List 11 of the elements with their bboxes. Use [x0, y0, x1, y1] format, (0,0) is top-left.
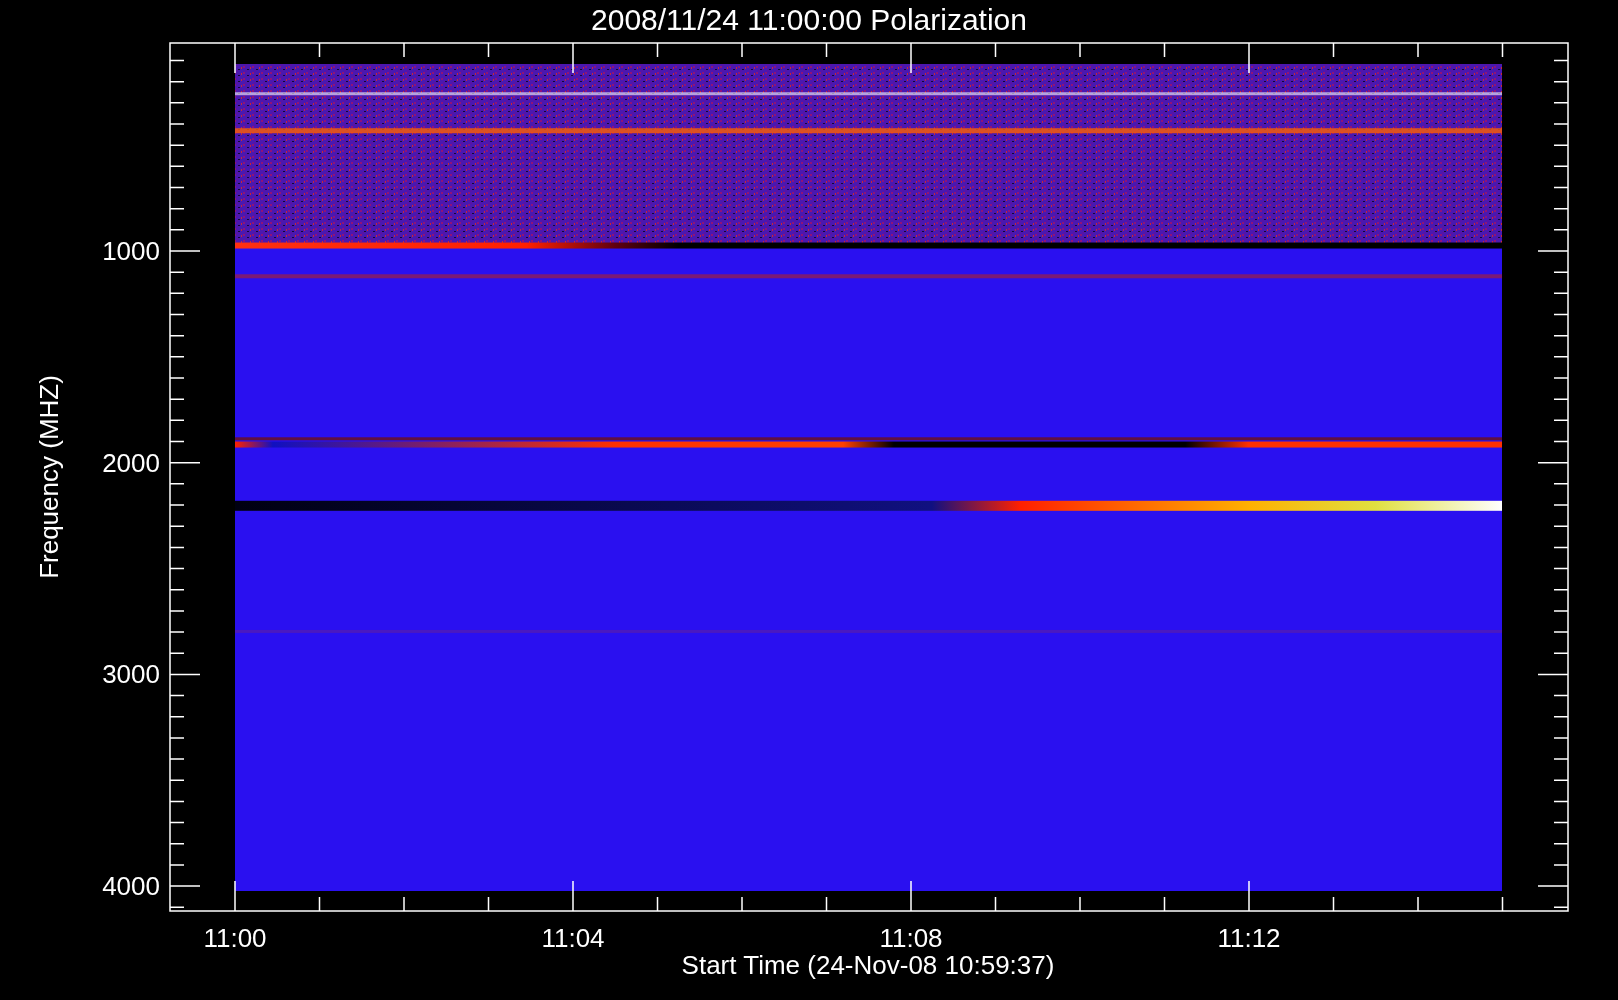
tick-label: 11:00 [203, 923, 267, 953]
tick-label: 11:04 [541, 923, 605, 953]
axis-label: Start Time (24-Nov-08 10:59:37) [681, 950, 1055, 980]
tick-label: 11:12 [1217, 923, 1281, 953]
axis-label: Frequency (MHZ) [34, 375, 64, 579]
plot-title: 2008/11/24 11:00:00 Polarization [591, 3, 1027, 36]
tick-label: 11:08 [879, 923, 943, 953]
tick-label: 3000 [102, 659, 160, 690]
tick-label: 4000 [102, 871, 160, 902]
tick-label: 2000 [102, 447, 160, 478]
tick-label: 1000 [102, 236, 160, 266]
